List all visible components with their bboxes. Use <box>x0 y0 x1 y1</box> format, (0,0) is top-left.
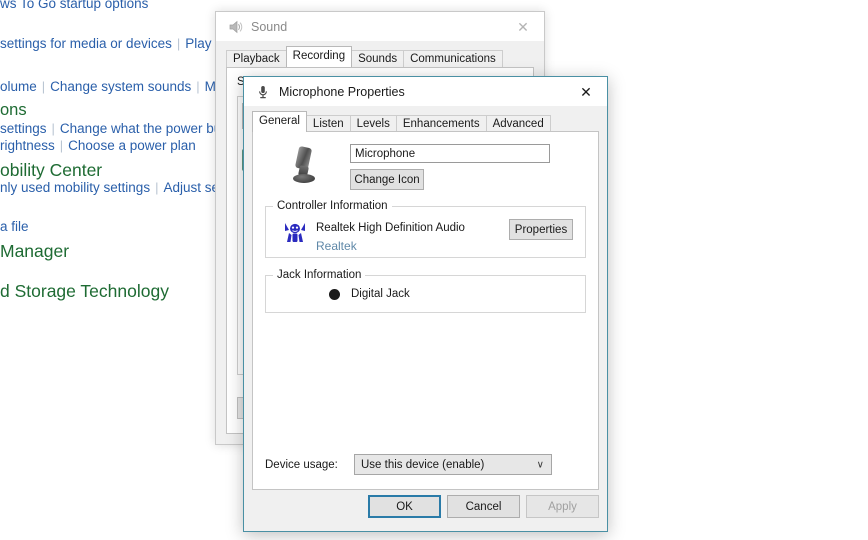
bg-link-brightness[interactable]: rightness <box>0 138 55 153</box>
bg-separator: | <box>176 36 181 51</box>
ok-button[interactable]: OK <box>368 495 441 518</box>
controller-information-title: Controller Information <box>273 200 392 212</box>
controller-information-group: Controller Information Realtek High Defi… <box>265 200 586 258</box>
bg-link-mobility-settings[interactable]: nly used mobility settings <box>0 180 150 195</box>
general-tab-page: Change Icon Controller Information <box>252 131 599 490</box>
jack-information-title: Jack Information <box>273 269 366 281</box>
sound-window-close-icon[interactable]: ✕ <box>502 12 544 41</box>
mic-properties-title: Microphone Properties <box>279 84 405 99</box>
screen-root: ws To Go startup options settings for me… <box>0 0 868 540</box>
bg-heading-manager[interactable]: Manager <box>0 241 69 262</box>
change-icon-button[interactable]: Change Icon <box>350 169 424 190</box>
jack-label: Digital Jack <box>351 288 410 300</box>
device-usage-value: Use this device (enable) <box>361 458 485 471</box>
microphone-icon <box>255 84 271 100</box>
mic-properties-body: General Listen Levels Enhancements Advan… <box>244 106 607 531</box>
bg-heading-storage-technology[interactable]: d Storage Technology <box>0 281 169 302</box>
bg-separator: | <box>196 79 200 94</box>
device-name-input[interactable] <box>350 144 550 163</box>
mic-properties-titlebar[interactable]: Microphone Properties ✕ <box>244 77 607 106</box>
speaker-icon <box>227 19 243 35</box>
microphone-properties-window[interactable]: Microphone Properties ✕ General Listen L… <box>243 76 608 532</box>
dialog-footer: OK Cancel Apply <box>252 490 599 523</box>
chevron-down-icon: ∨ <box>536 459 544 470</box>
device-microphone-icon <box>285 143 325 187</box>
bg-link-windows-to-go[interactable]: ws To Go startup options <box>0 0 148 11</box>
sound-window-titlebar[interactable]: Sound ✕ <box>216 12 544 41</box>
controller-properties-button[interactable]: Properties <box>509 219 573 240</box>
tab-general[interactable]: General <box>252 111 307 132</box>
cancel-button[interactable]: Cancel <box>447 495 520 518</box>
device-usage-dropdown[interactable]: Use this device (enable) ∨ <box>354 454 552 475</box>
jack-information-group: Jack Information Digital Jack <box>265 269 586 313</box>
bg-link-power-settings[interactable]: settings <box>0 121 47 136</box>
sound-tabstrip: Playback Recording Sounds Communications <box>226 46 534 69</box>
bg-heading-mobility-center[interactable]: obility Center <box>0 160 102 181</box>
bg-separator: | <box>59 138 64 153</box>
sound-window-title: Sound <box>251 19 288 34</box>
black-jack-dot-icon <box>329 289 340 300</box>
realtek-logo-icon <box>282 220 308 244</box>
bg-link-power-plan[interactable]: Choose a power plan <box>68 138 196 153</box>
apply-button[interactable]: Apply <box>526 495 599 518</box>
bg-separator: | <box>41 79 46 94</box>
bg-link-a-file[interactable]: a file <box>0 219 29 234</box>
bg-heading-options[interactable]: ons <box>0 101 27 120</box>
device-usage-label: Device usage: <box>265 459 338 471</box>
controller-vendor-link[interactable]: Realtek <box>316 239 357 253</box>
bg-link-volume[interactable]: olume <box>0 79 37 94</box>
mic-properties-close-icon[interactable]: ✕ <box>565 77 607 106</box>
bg-link-media-devices[interactable]: settings for media or devices <box>0 36 172 51</box>
tab-recording[interactable]: Recording <box>285 46 353 67</box>
bg-row-brightness: rightness | Choose a power plan <box>0 138 196 153</box>
bg-separator: | <box>51 121 55 136</box>
bg-separator: | <box>155 180 159 195</box>
controller-name: Realtek High Definition Audio <box>316 222 465 234</box>
bg-link-change-system-sounds[interactable]: Change system sounds <box>50 79 191 94</box>
mic-properties-tabstrip: General Listen Levels Enhancements Advan… <box>252 111 599 134</box>
